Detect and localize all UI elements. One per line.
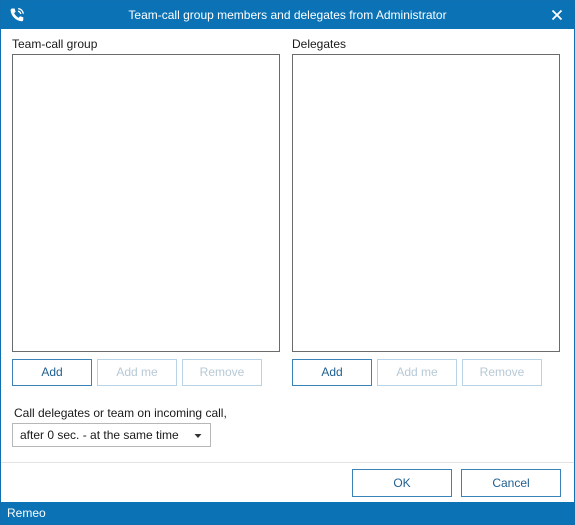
status-bar-text: Remeo (7, 506, 46, 520)
call-option-dropdown[interactable]: after 0 sec. - at the same time (12, 423, 211, 447)
team-remove-button[interactable]: Remove (182, 359, 262, 386)
call-option-value: after 0 sec. - at the same time (20, 428, 179, 442)
team-add-me-button[interactable]: Add me (97, 359, 177, 386)
team-add-button[interactable]: Add (12, 359, 92, 386)
team-call-group-list[interactable] (12, 54, 280, 352)
footer-divider (1, 462, 574, 463)
ok-button[interactable]: OK (352, 469, 452, 497)
dialog-window: Team-call group members and delegates fr… (0, 0, 575, 525)
phone-icon (8, 6, 26, 24)
delegates-remove-button[interactable]: Remove (462, 359, 542, 386)
cancel-button[interactable]: Cancel (461, 469, 561, 497)
chevron-down-icon (193, 430, 203, 440)
call-option-label: Call delegates or team on incoming call, (14, 406, 227, 420)
window-title: Team-call group members and delegates fr… (128, 8, 447, 22)
delegates-list[interactable] (292, 54, 560, 352)
close-icon[interactable] (548, 6, 566, 24)
status-bar: Remeo (1, 502, 574, 524)
delegates-add-me-button[interactable]: Add me (377, 359, 457, 386)
delegates-label: Delegates (292, 37, 347, 51)
team-call-group-label: Team-call group (12, 37, 98, 51)
delegates-add-button[interactable]: Add (292, 359, 372, 386)
title-bar[interactable]: Team-call group members and delegates fr… (1, 1, 574, 29)
